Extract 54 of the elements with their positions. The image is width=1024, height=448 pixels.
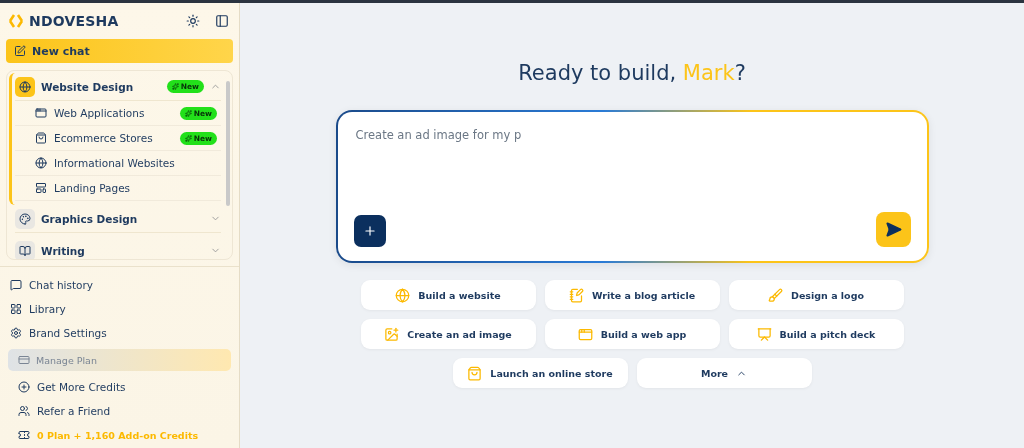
sidebar-toggle-button[interactable] [213, 12, 231, 30]
suggestion-chip[interactable]: Build a web app [544, 319, 720, 349]
sidebar-item[interactable]: Brand Settings [6, 321, 233, 345]
suggestion-chip[interactable]: Build a pitch deck [728, 319, 904, 349]
greeting-title: Ready to build, Mark? [518, 61, 746, 85]
notebook-pen-icon [568, 287, 584, 303]
scrollbar[interactable] [226, 81, 230, 206]
chat-bubble-icon [10, 279, 22, 291]
category-item[interactable]: Writing [15, 237, 221, 259]
image-plus-icon [384, 326, 400, 342]
suggestion-chip[interactable]: More [636, 358, 812, 388]
ticket-icon [18, 429, 30, 441]
sidebar-item[interactable]: Chat history [6, 273, 233, 297]
browser-window-icon [35, 107, 47, 119]
category-item[interactable]: Graphics Design [15, 205, 221, 233]
suggestion-chip[interactable]: Create an ad image [360, 319, 536, 349]
layout-icon [35, 182, 47, 194]
new-chat-button[interactable]: New chat [6, 39, 233, 63]
suggestion-chip[interactable]: Build a website [360, 280, 536, 310]
sparkle-icon [184, 134, 192, 142]
panel-icon [215, 14, 229, 28]
book-icon [19, 244, 31, 257]
sidebar-item[interactable]: Get More Credits [6, 375, 233, 399]
users-icon [18, 405, 30, 417]
globe-icon [35, 157, 47, 169]
browser-window-icon [577, 326, 593, 342]
suggestion-chip[interactable]: Write a blog article [544, 280, 720, 310]
brand-name: NDOVESHA [29, 13, 120, 29]
suggestion-chip[interactable]: Design a logo [728, 280, 904, 310]
settings-icon [10, 327, 22, 339]
theme-toggle-button[interactable] [184, 12, 202, 30]
subcategory-item[interactable]: Landing Pages [15, 176, 221, 201]
shopping-bag-icon [467, 365, 483, 381]
brush-icon [768, 287, 783, 303]
edit-icon [14, 45, 26, 57]
plus-circle-icon [18, 381, 30, 393]
credit-card-icon [18, 354, 30, 366]
sparkle-icon [184, 109, 192, 117]
send-button[interactable] [875, 212, 911, 247]
sidebar-item[interactable]: Library [6, 297, 233, 321]
grid-icon [10, 303, 22, 315]
sidebar-item[interactable]: Refer a Friend [6, 399, 233, 423]
sparkle-icon [171, 83, 179, 90]
globe-icon [395, 287, 411, 303]
suggestion-chip[interactable]: Launch an online store [452, 358, 628, 388]
plus-icon [362, 224, 377, 238]
sun-icon [186, 14, 200, 28]
prompt-box[interactable]: Create an ad image for my p [335, 110, 929, 263]
add-button[interactable] [353, 215, 386, 247]
subcategory-item[interactable]: Informational Websites [15, 151, 221, 176]
send-icon [884, 221, 902, 238]
shopping-bag-icon [35, 132, 47, 144]
presentation-icon [756, 326, 772, 342]
logo-icon [8, 14, 24, 28]
